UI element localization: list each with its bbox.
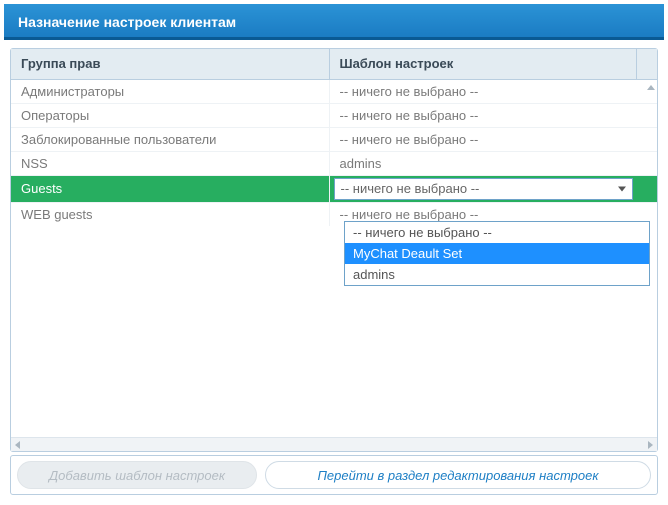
scroll-right-icon[interactable] [648, 441, 653, 449]
cell-group: WEB guests [11, 202, 329, 226]
horizontal-scrollbar[interactable] [11, 437, 657, 451]
scroll-left-icon[interactable] [15, 441, 20, 449]
cell-group: Администраторы [11, 79, 329, 103]
cell-template[interactable]: -- ничего не выбрано -- [329, 79, 637, 103]
goto-edit-button[interactable]: Перейти в раздел редактирования настроек [265, 461, 651, 489]
cell-group: NSS [11, 151, 329, 175]
table-row[interactable]: Администраторы -- ничего не выбрано -- [11, 79, 657, 103]
add-template-button: Добавить шаблон настроек [17, 461, 257, 489]
template-select[interactable]: -- ничего не выбрано -- [334, 178, 633, 200]
scroll-up-icon[interactable] [647, 85, 655, 90]
dropdown-option[interactable]: admins [345, 264, 649, 285]
template-select-value: -- ничего не выбрано -- [341, 181, 480, 196]
goto-edit-label: Перейти в раздел редактирования настроек [317, 468, 598, 483]
window-title-text: Назначение настроек клиентам [18, 14, 236, 30]
cell-template[interactable]: admins [329, 151, 637, 175]
settings-assignment-window: Назначение настроек клиентам Группа прав… [4, 4, 664, 501]
footer-panel: Добавить шаблон настроек Перейти в разде… [10, 455, 658, 495]
cell-template[interactable]: -- ничего не выбрано -- [329, 127, 637, 151]
table-row[interactable]: NSS admins [11, 151, 657, 175]
template-dropdown[interactable]: -- ничего не выбрано -- MyChat Deault Se… [344, 221, 650, 286]
main-panel: Группа прав Шаблон настроек Администрато… [10, 48, 658, 452]
table-row[interactable]: Заблокированные пользователи -- ничего н… [11, 127, 657, 151]
column-header-group[interactable]: Группа прав [11, 49, 329, 79]
cell-group: Операторы [11, 103, 329, 127]
cell-group: Guests [11, 175, 329, 202]
window-title: Назначение настроек клиентам [4, 4, 664, 40]
dropdown-option[interactable]: -- ничего не выбрано -- [345, 222, 649, 243]
add-template-label: Добавить шаблон настроек [49, 468, 225, 483]
chevron-down-icon [618, 186, 626, 191]
cell-template-editing[interactable]: -- ничего не выбрано -- [329, 175, 637, 202]
table-row[interactable]: Операторы -- ничего не выбрано -- [11, 103, 657, 127]
dropdown-option-highlight[interactable]: MyChat Deault Set [345, 243, 649, 264]
table-row-selected[interactable]: Guests -- ничего не выбрано -- [11, 175, 657, 202]
column-header-scroll [637, 49, 658, 79]
groups-table: Группа прав Шаблон настроек Администрато… [11, 49, 657, 226]
cell-template[interactable]: -- ничего не выбрано -- [329, 103, 637, 127]
column-header-template[interactable]: Шаблон настроек [329, 49, 637, 79]
cell-group: Заблокированные пользователи [11, 127, 329, 151]
